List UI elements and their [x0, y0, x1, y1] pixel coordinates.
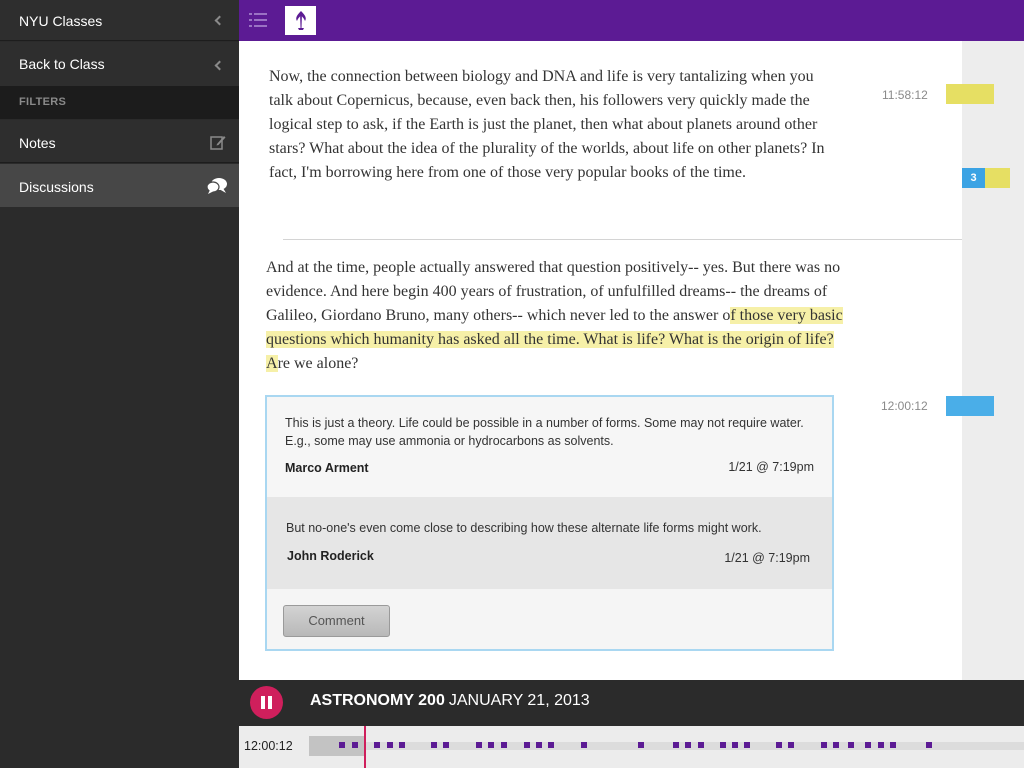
- course-name: ASTRONOMY 200: [310, 692, 445, 709]
- chevron-left-icon: [214, 60, 225, 71]
- timeline-annotation-marker[interactable]: [488, 742, 494, 748]
- timeline-annotation-marker[interactable]: [720, 742, 726, 748]
- comment-text: But no-one's even come close to describi…: [286, 521, 762, 535]
- discussion-marker[interactable]: [946, 396, 994, 416]
- pause-icon: [268, 696, 272, 709]
- timeline-annotation-marker[interactable]: [638, 742, 644, 748]
- player-bar: ASTRONOMY 200 JANUARY 21, 2013: [239, 680, 1024, 726]
- annotation-track: [962, 41, 1024, 680]
- timeline-annotation-marker[interactable]: [833, 742, 839, 748]
- timeline-annotation-marker[interactable]: [352, 742, 358, 748]
- timeline-annotation-marker[interactable]: [548, 742, 554, 748]
- list-menu-icon[interactable]: [249, 11, 267, 29]
- discussions-label: Discussions: [19, 179, 94, 195]
- timeline-annotation-marker[interactable]: [443, 742, 449, 748]
- nyu-torch-logo: [285, 6, 316, 35]
- note-marker[interactable]: [946, 84, 994, 104]
- timeline-annotation-marker[interactable]: [744, 742, 750, 748]
- top-bar: [239, 0, 1024, 41]
- timeline-annotation-marker[interactable]: [698, 742, 704, 748]
- note-marker[interactable]: [985, 168, 1010, 188]
- timeline-annotation-marker[interactable]: [821, 742, 827, 748]
- chat-bubbles-icon: [206, 178, 227, 194]
- current-time: 12:00:12: [244, 739, 293, 753]
- timeline-annotation-marker[interactable]: [926, 742, 932, 748]
- timeline-annotation-marker[interactable]: [878, 742, 884, 748]
- transcript-pane: Now, the connection between biology and …: [239, 41, 962, 680]
- timeline-annotation-marker[interactable]: [476, 742, 482, 748]
- nyu-classes-label: NYU Classes: [19, 13, 103, 29]
- playhead[interactable]: [364, 726, 366, 768]
- lecture-title: ASTRONOMY 200 JANUARY 21, 2013: [310, 692, 590, 710]
- timeline-annotation-marker[interactable]: [788, 742, 794, 748]
- timestamp[interactable]: 12:00:12: [881, 399, 928, 413]
- back-to-class-item[interactable]: Back to Class: [0, 42, 239, 86]
- divider: [283, 239, 962, 240]
- notes-label: Notes: [19, 135, 56, 151]
- chevron-left-icon: [214, 15, 225, 26]
- timeline-annotation-marker[interactable]: [431, 742, 437, 748]
- timeline-annotation-marker[interactable]: [848, 742, 854, 748]
- timeline-annotation-marker[interactable]: [524, 742, 530, 748]
- compose-note-icon: [210, 136, 226, 150]
- discussion-count-badge[interactable]: 3: [962, 168, 985, 188]
- timeline-annotation-marker[interactable]: [581, 742, 587, 748]
- timeline-track[interactable]: [309, 742, 1024, 750]
- transcript-text: re we alone?: [277, 355, 359, 372]
- filters-heading: FILTERS: [0, 86, 239, 119]
- pause-button[interactable]: [250, 686, 283, 719]
- comment-author: Marco Arment: [285, 461, 369, 475]
- timeline-annotation-marker[interactable]: [776, 742, 782, 748]
- comment-date: 1/21 @ 7:19pm: [728, 460, 814, 474]
- transcript-paragraph: Now, the connection between biology and …: [269, 68, 825, 181]
- timeline-annotation-marker[interactable]: [501, 742, 507, 748]
- discussion-thread: This is just a theory. Life could be pos…: [265, 395, 834, 651]
- timeline-annotation-marker[interactable]: [732, 742, 738, 748]
- timeline[interactable]: 12:00:12: [239, 726, 1024, 768]
- comment-button[interactable]: Comment: [283, 605, 390, 637]
- transcript-paragraph: And at the time, people actually answere…: [266, 256, 851, 376]
- comment-author: John Roderick: [287, 549, 374, 563]
- timestamp[interactable]: 11:58:12: [882, 88, 928, 102]
- timeline-annotation-marker[interactable]: [399, 742, 405, 748]
- timeline-annotation-marker[interactable]: [536, 742, 542, 748]
- timeline-annotation-marker[interactable]: [339, 742, 345, 748]
- comment: But no-one's even come close to describi…: [267, 497, 832, 589]
- filters-label: FILTERS: [19, 96, 67, 108]
- comment-date: 1/21 @ 7:19pm: [724, 551, 810, 565]
- comment: This is just a theory. Life could be pos…: [267, 397, 832, 497]
- timeline-annotation-marker[interactable]: [890, 742, 896, 748]
- timeline-annotation-marker[interactable]: [685, 742, 691, 748]
- timeline-annotation-marker[interactable]: [374, 742, 380, 748]
- filter-discussions[interactable]: Discussions: [0, 164, 239, 207]
- nyu-classes-item[interactable]: NYU Classes: [0, 0, 239, 41]
- timeline-annotation-marker[interactable]: [865, 742, 871, 748]
- back-to-class-label: Back to Class: [19, 56, 105, 72]
- lecture-date: JANUARY 21, 2013: [448, 692, 590, 709]
- timeline-annotation-marker[interactable]: [673, 742, 679, 748]
- timeline-annotation-marker[interactable]: [387, 742, 393, 748]
- comment-text: This is just a theory. Life could be pos…: [285, 416, 804, 448]
- filter-notes[interactable]: Notes: [0, 120, 239, 163]
- sidebar: NYU Classes Back to Class FILTERS Notes …: [0, 0, 239, 768]
- pause-icon: [261, 696, 265, 709]
